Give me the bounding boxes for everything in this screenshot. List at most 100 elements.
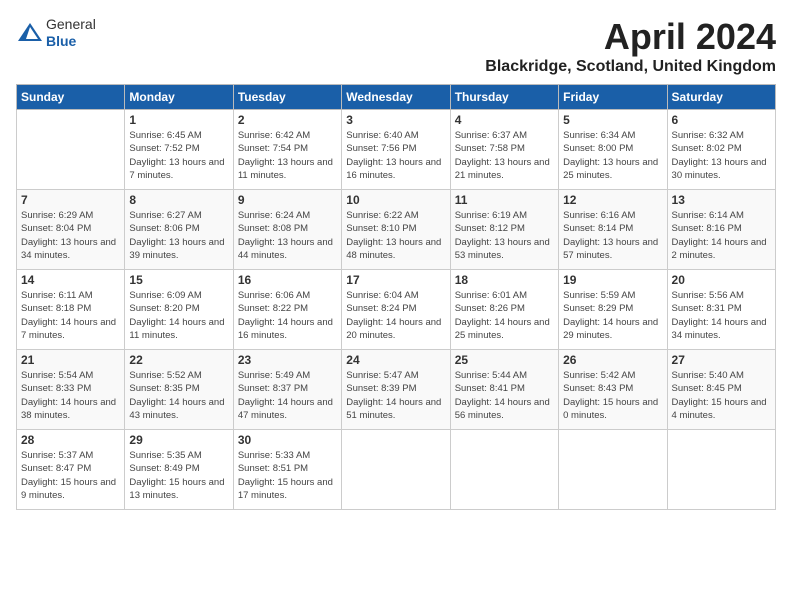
calendar-cell: 17 Sunrise: 6:04 AMSunset: 8:24 PMDayligh… — [342, 270, 450, 350]
day-number: 9 — [238, 193, 337, 207]
day-info: Sunrise: 6:01 AMSunset: 8:26 PMDaylight:… — [455, 289, 554, 342]
day-info: Sunrise: 5:37 AMSunset: 8:47 PMDaylight:… — [21, 449, 120, 502]
calendar-week-1: 1Sunrise: 6:45 AMSunset: 7:52 PMDaylight… — [17, 110, 776, 190]
weekday-header-tuesday: Tuesday — [233, 85, 341, 110]
calendar-cell: 1Sunrise: 6:45 AMSunset: 7:52 PMDaylight… — [125, 110, 233, 190]
day-number: 7 — [21, 193, 120, 207]
logo-icon — [16, 21, 44, 45]
calendar-cell: 7 Sunrise: 6:29 AMSunset: 8:04 PMDaylight… — [17, 190, 125, 270]
calendar-cell: 25 Sunrise: 5:44 AMSunset: 8:41 PMDayligh… — [450, 350, 558, 430]
day-number: 21 — [21, 353, 120, 367]
calendar-cell: 28 Sunrise: 5:37 AMSunset: 8:47 PMDayligh… — [17, 430, 125, 510]
calendar-week-3: 14 Sunrise: 6:11 AMSunset: 8:18 PMDayligh… — [17, 270, 776, 350]
day-number: 19 — [563, 273, 662, 287]
weekday-header-wednesday: Wednesday — [342, 85, 450, 110]
calendar-cell: 16 Sunrise: 6:06 AMSunset: 8:22 PMDayligh… — [233, 270, 341, 350]
day-info: Sunrise: 6:27 AMSunset: 8:06 PMDaylight:… — [129, 209, 228, 262]
day-info: Sunrise: 5:54 AMSunset: 8:33 PMDaylight:… — [21, 369, 120, 422]
logo: General Blue — [16, 16, 96, 50]
calendar-cell: 22 Sunrise: 5:52 AMSunset: 8:35 PMDayligh… — [125, 350, 233, 430]
calendar-cell: 21 Sunrise: 5:54 AMSunset: 8:33 PMDayligh… — [17, 350, 125, 430]
calendar-cell: 23 Sunrise: 5:49 AMSunset: 8:37 PMDayligh… — [233, 350, 341, 430]
calendar-week-4: 21 Sunrise: 5:54 AMSunset: 8:33 PMDayligh… — [17, 350, 776, 430]
calendar-cell: 15 Sunrise: 6:09 AMSunset: 8:20 PMDayligh… — [125, 270, 233, 350]
day-number: 10 — [346, 193, 445, 207]
day-number: 8 — [129, 193, 228, 207]
calendar-cell: 5Sunrise: 6:34 AMSunset: 8:00 PMDaylight… — [559, 110, 667, 190]
calendar-cell — [450, 430, 558, 510]
day-number: 17 — [346, 273, 445, 287]
day-info: Sunrise: 5:59 AMSunset: 8:29 PMDaylight:… — [563, 289, 662, 342]
day-number: 11 — [455, 193, 554, 207]
day-number: 4 — [455, 113, 554, 127]
day-info: Sunrise: 5:35 AMSunset: 8:49 PMDaylight:… — [129, 449, 228, 502]
location-title: Blackridge, Scotland, United Kingdom — [485, 58, 776, 76]
calendar-table: SundayMondayTuesdayWednesdayThursdayFrid… — [16, 84, 776, 510]
day-number: 16 — [238, 273, 337, 287]
day-info: Sunrise: 6:29 AMSunset: 8:04 PMDaylight:… — [21, 209, 120, 262]
day-number: 27 — [672, 353, 771, 367]
day-info: Sunrise: 6:19 AMSunset: 8:12 PMDaylight:… — [455, 209, 554, 262]
calendar-week-2: 7 Sunrise: 6:29 AMSunset: 8:04 PMDaylight… — [17, 190, 776, 270]
day-number: 12 — [563, 193, 662, 207]
day-number: 18 — [455, 273, 554, 287]
month-title: April 2024 — [485, 16, 776, 58]
day-number: 15 — [129, 273, 228, 287]
calendar-cell: 14 Sunrise: 6:11 AMSunset: 8:18 PMDayligh… — [17, 270, 125, 350]
day-info: Sunrise: 6:37 AMSunset: 7:58 PMDaylight:… — [455, 129, 554, 182]
calendar-cell — [559, 430, 667, 510]
calendar-cell: 10Sunrise: 6:22 AMSunset: 8:10 PMDayligh… — [342, 190, 450, 270]
day-info: Sunrise: 5:40 AMSunset: 8:45 PMDaylight:… — [672, 369, 771, 422]
day-info: Sunrise: 5:49 AMSunset: 8:37 PMDaylight:… — [238, 369, 337, 422]
calendar-cell: 2 Sunrise: 6:42 AMSunset: 7:54 PMDaylight… — [233, 110, 341, 190]
day-info: Sunrise: 6:06 AMSunset: 8:22 PMDaylight:… — [238, 289, 337, 342]
day-number: 23 — [238, 353, 337, 367]
day-info: Sunrise: 5:56 AMSunset: 8:31 PMDaylight:… — [672, 289, 771, 342]
calendar-cell: 6Sunrise: 6:32 AMSunset: 8:02 PMDaylight… — [667, 110, 775, 190]
day-number: 30 — [238, 433, 337, 447]
day-number: 22 — [129, 353, 228, 367]
weekday-header-monday: Monday — [125, 85, 233, 110]
day-info: Sunrise: 5:47 AMSunset: 8:39 PMDaylight:… — [346, 369, 445, 422]
calendar-cell: 18 Sunrise: 6:01 AMSunset: 8:26 PMDayligh… — [450, 270, 558, 350]
day-number: 3 — [346, 113, 445, 127]
day-number: 28 — [21, 433, 120, 447]
day-info: Sunrise: 6:40 AMSunset: 7:56 PMDaylight:… — [346, 129, 445, 182]
calendar-cell — [342, 430, 450, 510]
calendar-cell: 11 Sunrise: 6:19 AMSunset: 8:12 PMDayligh… — [450, 190, 558, 270]
day-info: Sunrise: 6:11 AMSunset: 8:18 PMDaylight:… — [21, 289, 120, 342]
day-info: Sunrise: 5:44 AMSunset: 8:41 PMDaylight:… — [455, 369, 554, 422]
logo-blue-text: Blue — [46, 33, 96, 50]
calendar-cell: 9 Sunrise: 6:24 AMSunset: 8:08 PMDaylight… — [233, 190, 341, 270]
day-number: 1 — [129, 113, 228, 127]
weekday-header-saturday: Saturday — [667, 85, 775, 110]
day-info: Sunrise: 5:52 AMSunset: 8:35 PMDaylight:… — [129, 369, 228, 422]
day-info: Sunrise: 6:24 AMSunset: 8:08 PMDaylight:… — [238, 209, 337, 262]
day-number: 29 — [129, 433, 228, 447]
calendar-cell: 19 Sunrise: 5:59 AMSunset: 8:29 PMDayligh… — [559, 270, 667, 350]
day-info: Sunrise: 6:42 AMSunset: 7:54 PMDaylight:… — [238, 129, 337, 182]
day-info: Sunrise: 6:09 AMSunset: 8:20 PMDaylight:… — [129, 289, 228, 342]
calendar-body: 1Sunrise: 6:45 AMSunset: 7:52 PMDaylight… — [17, 110, 776, 510]
day-number: 14 — [21, 273, 120, 287]
title-area: April 2024 Blackridge, Scotland, United … — [485, 16, 776, 76]
calendar-cell: 30Sunrise: 5:33 AMSunset: 8:51 PMDayligh… — [233, 430, 341, 510]
calendar-cell: 27 Sunrise: 5:40 AMSunset: 8:45 PMDayligh… — [667, 350, 775, 430]
weekday-header-thursday: Thursday — [450, 85, 558, 110]
day-number: 13 — [672, 193, 771, 207]
calendar-cell — [17, 110, 125, 190]
calendar-cell: 13 Sunrise: 6:14 AMSunset: 8:16 PMDayligh… — [667, 190, 775, 270]
weekday-header-sunday: Sunday — [17, 85, 125, 110]
day-number: 25 — [455, 353, 554, 367]
day-number: 20 — [672, 273, 771, 287]
weekday-header-row: SundayMondayTuesdayWednesdayThursdayFrid… — [17, 85, 776, 110]
day-info: Sunrise: 6:14 AMSunset: 8:16 PMDaylight:… — [672, 209, 771, 262]
day-number: 26 — [563, 353, 662, 367]
day-info: Sunrise: 5:42 AMSunset: 8:43 PMDaylight:… — [563, 369, 662, 422]
day-number: 2 — [238, 113, 337, 127]
calendar-cell — [667, 430, 775, 510]
day-number: 24 — [346, 353, 445, 367]
day-info: Sunrise: 6:04 AMSunset: 8:24 PMDaylight:… — [346, 289, 445, 342]
day-info: Sunrise: 6:32 AMSunset: 8:02 PMDaylight:… — [672, 129, 771, 182]
calendar-cell: 4 Sunrise: 6:37 AMSunset: 7:58 PMDaylight… — [450, 110, 558, 190]
